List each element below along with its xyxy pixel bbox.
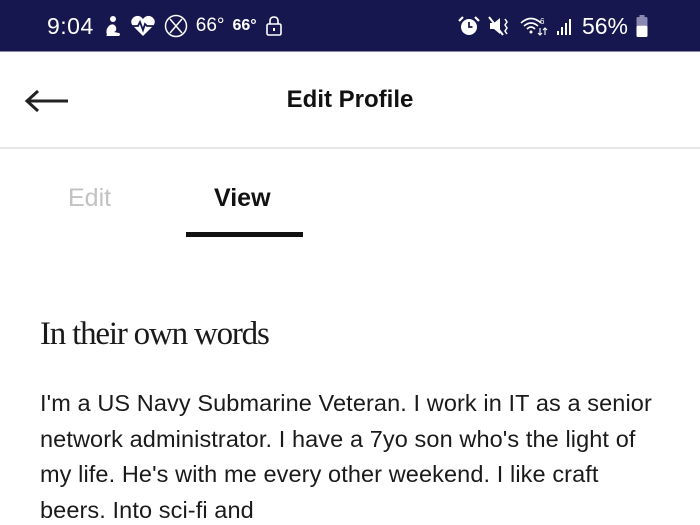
section-title: In their own words — [40, 316, 270, 352]
status-time: 9:04 — [47, 12, 94, 39]
status-bar: 9:04 66° 66° 6 56% — [0, 0, 700, 52]
status-left: 9:04 66° 66° — [47, 0, 283, 52]
mute-vibrate-icon — [488, 15, 512, 37]
svg-text:6: 6 — [540, 17, 545, 26]
bio-text: I'm a US Navy Submarine Veteran. I work … — [40, 390, 652, 523]
cell-signal-icon — [556, 16, 574, 36]
active-tab-indicator — [186, 232, 303, 237]
app-header: Edit Profile — [0, 53, 700, 149]
tab-view[interactable]: View — [214, 184, 271, 213]
heart-rate-icon — [130, 15, 156, 37]
temperature-2: 66° — [232, 17, 257, 34]
status-right: 6 56% — [458, 0, 648, 52]
page-title: Edit Profile — [286, 86, 414, 113]
meditation-icon — [102, 15, 122, 37]
tab-edit[interactable]: Edit — [68, 184, 111, 213]
x-circle-icon — [164, 14, 188, 38]
wifi-6-icon: 6 — [520, 15, 548, 37]
battery-percent: 56% — [581, 12, 628, 39]
alarm-icon — [458, 15, 480, 37]
profile-tabs: Edit View — [0, 150, 700, 240]
temperature-1: 66° — [195, 15, 225, 36]
lock-icon — [265, 15, 283, 37]
battery-icon — [636, 14, 648, 38]
